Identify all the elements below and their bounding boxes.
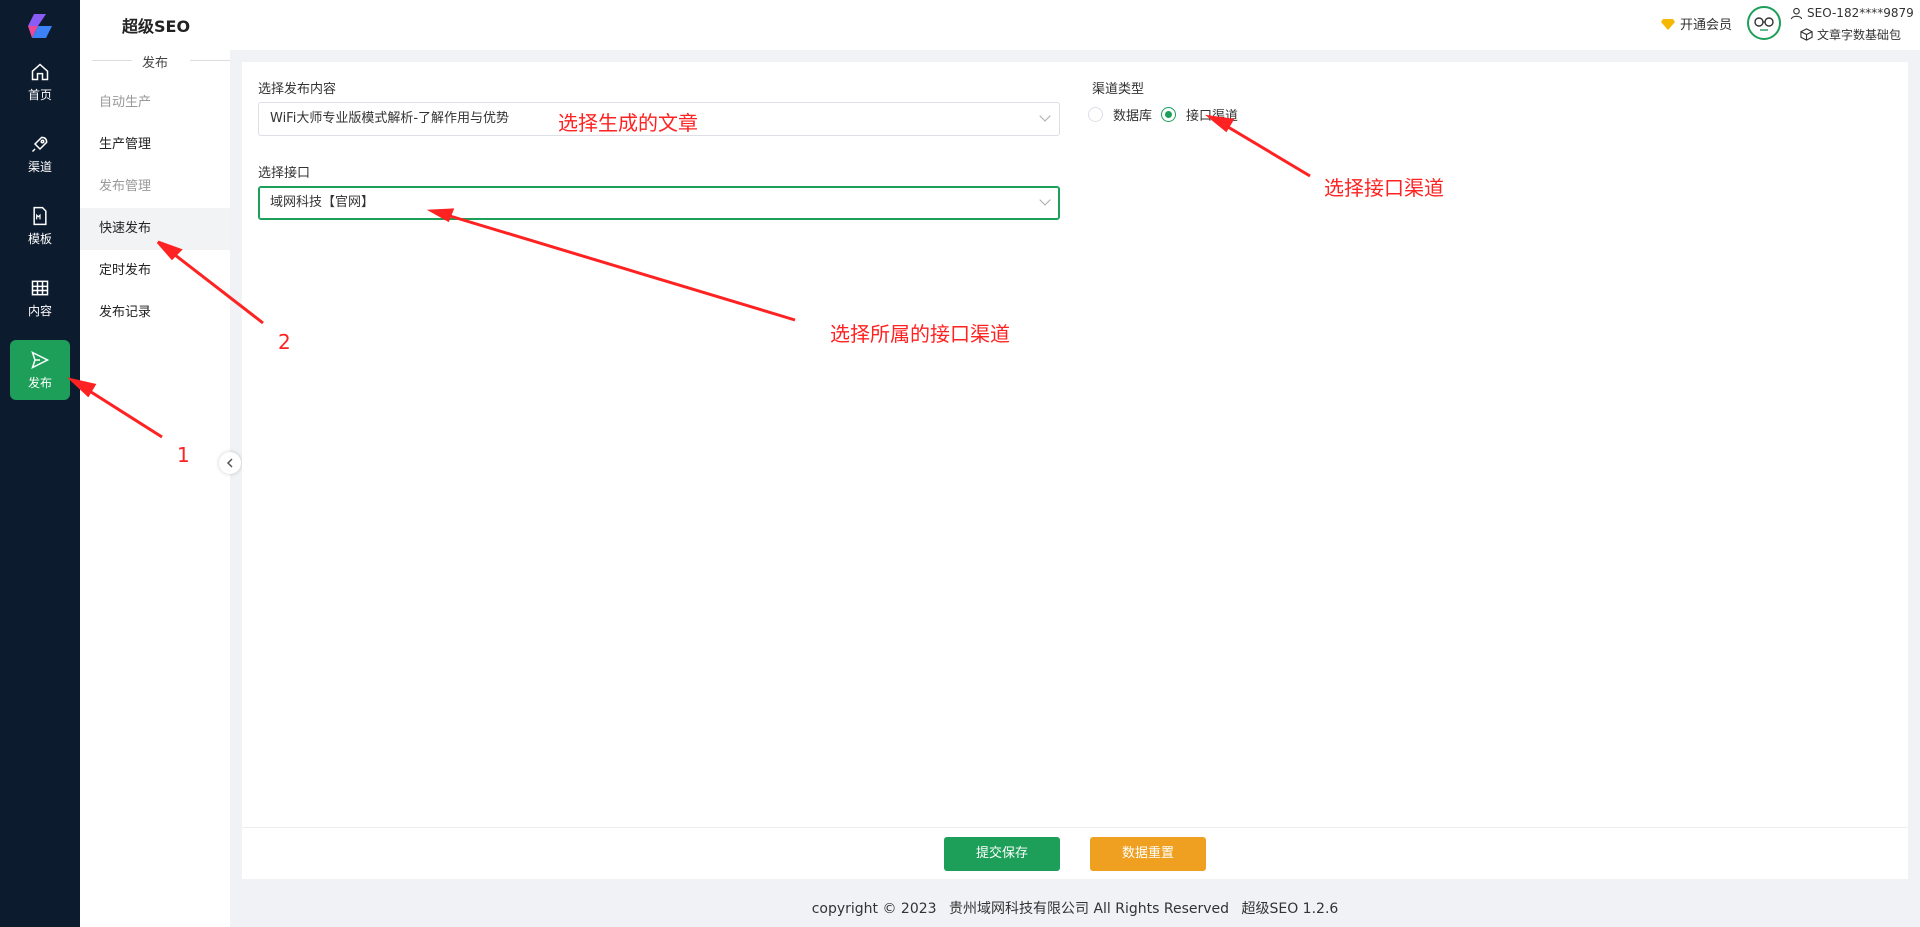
publish-form-card: 选择发布内容 WiFi大师专业版模式解析-了解作用与优势 选择接口 域网科技【官… — [242, 62, 1908, 827]
form-actions: 提交保存 数据重置 — [242, 827, 1908, 879]
chevron-left-icon — [226, 458, 233, 468]
main-nav-rail: 首页 渠道 模板 内容 发布 — [0, 0, 80, 927]
submenu-item-quick-publish[interactable]: 快速发布 — [80, 208, 230, 250]
package-box-icon — [1800, 28, 1813, 41]
vip-label: 开通会员 — [1680, 18, 1733, 33]
diamond-icon — [1661, 18, 1675, 30]
rail-item-label: 首页 — [27, 87, 52, 102]
grid-table-icon — [31, 280, 49, 295]
submenu-item-publish-records[interactable]: 发布记录 — [80, 292, 230, 334]
send-icon — [31, 350, 50, 369]
package-label: 文章字数基础包 — [1817, 28, 1902, 42]
content-select-label: 选择发布内容 — [258, 82, 337, 97]
collapse-sidebar-button[interactable] — [219, 452, 241, 474]
submenu-item-auto-produce[interactable]: 自动生产 — [80, 82, 230, 124]
annotation-select-interface: 选择所属的接口渠道 — [830, 322, 1010, 346]
open-vip-button[interactable]: 开通会员 — [1660, 14, 1732, 33]
reset-data-button[interactable]: 数据重置 — [1090, 837, 1206, 871]
rail-item-label: 内容 — [27, 303, 52, 318]
radio-label: 数据库 — [1113, 109, 1153, 124]
channel-type-radio-group: 数据库 接口渠道 — [1088, 105, 1247, 124]
rail-item-label: 模板 — [27, 231, 52, 246]
company-text: 贵州域网科技有限公司 All Rights Reserved — [949, 901, 1230, 917]
submenu-item-scheduled-publish[interactable]: 定时发布 — [80, 250, 230, 292]
sub-menu: 超级SEO 发布 自动生产 生产管理 发布管理 快速发布 定时发布 发布记录 — [80, 0, 230, 927]
content-select-value: WiFi大师专业版模式解析-了解作用与优势 — [270, 111, 510, 126]
radio-circle-icon — [1088, 107, 1103, 122]
footer-copyright: copyright © 2023 贵州域网科技有限公司 All Rights R… — [0, 898, 1920, 918]
rail-item-label: 渠道 — [27, 159, 52, 174]
rocket-icon — [31, 136, 48, 152]
channel-type-label: 渠道类型 — [1092, 82, 1145, 97]
submenu-item-produce-manage[interactable]: 生产管理 — [80, 124, 230, 166]
rail-item-template[interactable]: 模板 — [10, 196, 70, 256]
annotation-step-2: 2 — [278, 330, 291, 354]
app-logo-icon[interactable] — [24, 12, 56, 40]
chevron-down-icon — [1039, 110, 1051, 122]
annotation-select-article: 选择生成的文章 — [558, 111, 698, 135]
home-icon — [31, 62, 49, 80]
radio-checked-icon — [1161, 107, 1177, 122]
radio-label: 接口渠道 — [1186, 109, 1239, 124]
rail-item-label: 发布 — [27, 375, 52, 390]
rail-item-home[interactable]: 首页 — [10, 52, 70, 112]
top-header: 开通会员 SEO-182****9879 文章字数基础包 — [230, 0, 1920, 50]
interface-select-label: 选择接口 — [258, 166, 311, 181]
annotation-step-1: 1 — [177, 443, 190, 467]
interface-select[interactable]: 域网科技【官网】 — [258, 186, 1060, 220]
avatar[interactable] — [1747, 6, 1781, 40]
user-account[interactable]: SEO-182****9879 — [1790, 6, 1914, 20]
package-info[interactable]: 文章字数基础包 — [1800, 26, 1901, 43]
app-brand: 超级SEO — [122, 17, 191, 36]
avatar-glasses-icon — [1754, 17, 1774, 31]
rail-item-publish[interactable]: 发布 — [10, 340, 70, 400]
version-text: 超级SEO 1.2.6 — [1241, 901, 1339, 917]
submit-save-button[interactable]: 提交保存 — [944, 837, 1060, 871]
rail-item-content[interactable]: 内容 — [10, 268, 70, 328]
markdown-file-icon — [33, 206, 47, 225]
user-icon — [1790, 7, 1803, 19]
user-name: SEO-182****9879 — [1807, 6, 1914, 20]
interface-select-value: 域网科技【官网】 — [270, 195, 375, 210]
submenu-section-title: 发布 — [80, 52, 230, 71]
copyright-text: copyright © 2023 — [811, 901, 937, 917]
radio-database[interactable]: 数据库 — [1088, 105, 1152, 124]
rail-item-channel[interactable]: 渠道 — [10, 124, 70, 184]
submenu-item-publish-manage[interactable]: 发布管理 — [80, 166, 230, 208]
chevron-down-icon — [1039, 194, 1051, 206]
annotation-select-channel: 选择接口渠道 — [1324, 176, 1444, 200]
radio-interface-channel[interactable]: 接口渠道 — [1161, 105, 1238, 124]
